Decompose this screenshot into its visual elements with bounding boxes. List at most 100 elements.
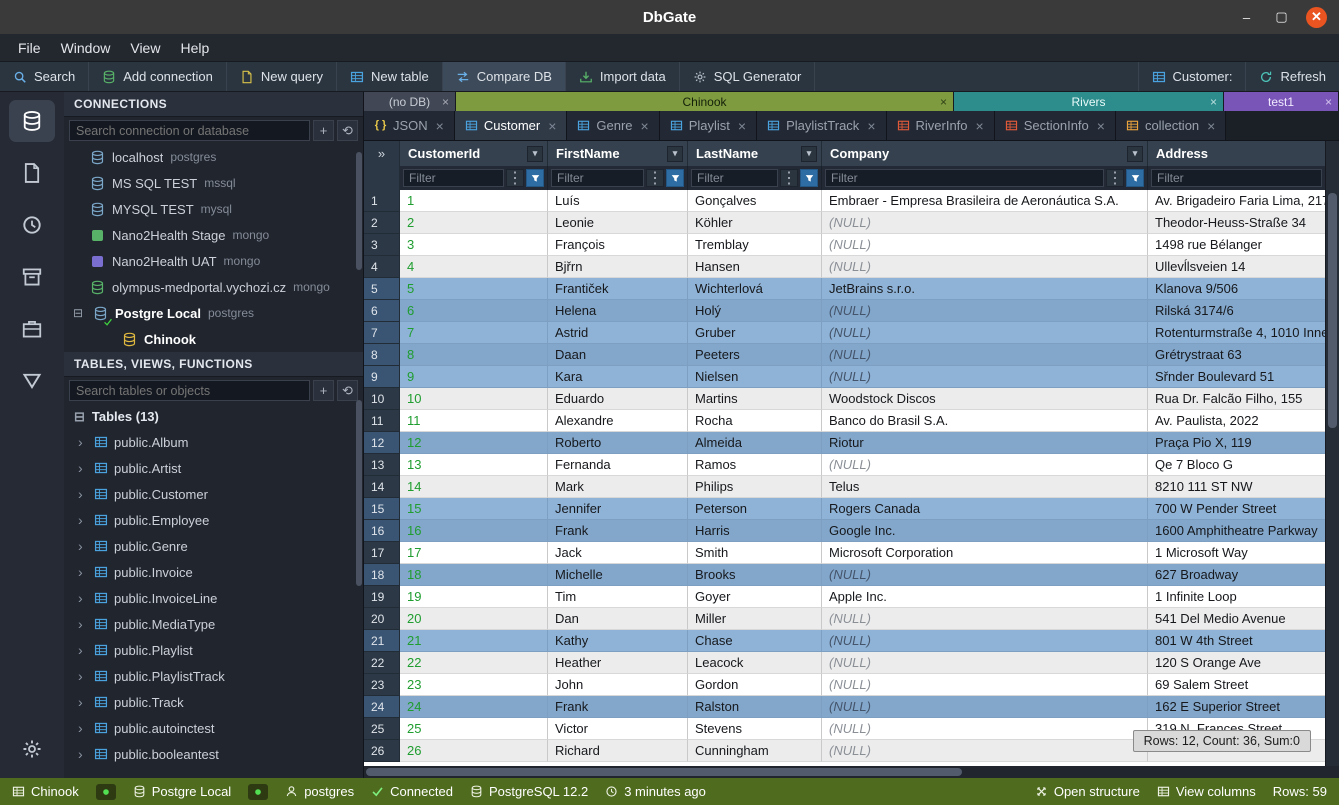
cell-customerid[interactable]: 13	[400, 454, 548, 476]
row-number[interactable]: 5	[364, 278, 400, 300]
column-header-firstname[interactable]: FirstName▾	[548, 141, 688, 166]
grid-row[interactable]: 2323JohnGordon(NULL)69 Salem Street	[364, 674, 1325, 696]
cell-customerid[interactable]: 4	[400, 256, 548, 278]
cell-customerid[interactable]: 20	[400, 608, 548, 630]
chevron-right-icon[interactable]: ›	[78, 486, 88, 502]
grid-row[interactable]: 1717JackSmithMicrosoft Corporation1 Micr…	[364, 542, 1325, 564]
cell-company[interactable]: Woodstock Discos	[822, 388, 1148, 410]
cell-customerid[interactable]: 21	[400, 630, 548, 652]
cell-company[interactable]: (NULL)	[822, 300, 1148, 322]
cell-company[interactable]: (NULL)	[822, 652, 1148, 674]
cell-customerid[interactable]: 16	[400, 520, 548, 542]
objects-search-input[interactable]	[69, 380, 310, 401]
status-item-postgresql-12-2[interactable]: PostgreSQL 12.2	[470, 784, 588, 800]
cell-lastname[interactable]: Leacock	[688, 652, 822, 674]
cell-firstname[interactable]: Astrid	[548, 322, 688, 344]
cell-address[interactable]: Rilská 3174/6	[1148, 300, 1325, 322]
rail-briefcase-button[interactable]	[9, 308, 55, 350]
cell-address[interactable]: Praça Pio X, 119	[1148, 432, 1325, 454]
cell-company[interactable]: (NULL)	[822, 740, 1148, 762]
toolbar-customer-button[interactable]: Customer:	[1138, 62, 1246, 91]
tables-scrollbar[interactable]	[356, 400, 362, 586]
connection-item-mysql-test[interactable]: MYSQL TESTmysql	[64, 196, 363, 222]
chevron-right-icon[interactable]: ›	[78, 538, 88, 554]
cell-address[interactable]: Av. Brigadeiro Faria Lima, 2170	[1148, 190, 1325, 212]
cell-firstname[interactable]: Daan	[548, 344, 688, 366]
cell-address[interactable]: 801 W 4th Street	[1148, 630, 1325, 652]
funnel-icon[interactable]	[1126, 169, 1144, 187]
cell-lastname[interactable]: Harris	[688, 520, 822, 542]
grid-row[interactable]: 1313FernandaRamos(NULL)Qe 7 Bloco G	[364, 454, 1325, 476]
filter-input-lastname[interactable]	[691, 169, 778, 187]
cell-company[interactable]: Rogers Canada	[822, 498, 1148, 520]
tab-genre[interactable]: Genre×	[567, 111, 659, 140]
grid-row[interactable]: 2222HeatherLeacock(NULL)120 S Orange Ave	[364, 652, 1325, 674]
cell-firstname[interactable]: Frantiček	[548, 278, 688, 300]
row-number[interactable]: 16	[364, 520, 400, 542]
cell-address[interactable]: Ullevĺlsveien 14	[1148, 256, 1325, 278]
cell-firstname[interactable]: Dan	[548, 608, 688, 630]
tab-playlist[interactable]: Playlist×	[660, 111, 757, 140]
grid-row[interactable]: 33FrançoisTremblay(NULL)1498 rue Bélange…	[364, 234, 1325, 256]
status-item-chinook[interactable]: Chinook	[12, 784, 79, 800]
row-number[interactable]: 21	[364, 630, 400, 652]
cell-company[interactable]: (NULL)	[822, 564, 1148, 586]
cell-customerid[interactable]: 6	[400, 300, 548, 322]
grid-horizontal-scroll-thumb[interactable]	[366, 768, 962, 776]
cell-firstname[interactable]: Richard	[548, 740, 688, 762]
row-number[interactable]: 10	[364, 388, 400, 410]
close-icon[interactable]: ×	[1097, 118, 1105, 134]
cell-customerid[interactable]: 26	[400, 740, 548, 762]
cell-firstname[interactable]: John	[548, 674, 688, 696]
cell-address[interactable]: 700 W Pender Street	[1148, 498, 1325, 520]
cell-company[interactable]: (NULL)	[822, 696, 1148, 718]
cell-address[interactable]: Rua Dr. Falcão Filho, 155	[1148, 388, 1325, 410]
grid-vertical-scroll-thumb[interactable]	[1328, 193, 1337, 428]
connection-item-chinook[interactable]: Chinook	[64, 326, 363, 352]
cell-firstname[interactable]: Michelle	[548, 564, 688, 586]
close-icon[interactable]: ×	[1325, 95, 1332, 109]
table-item-public-employee[interactable]: ›public.Employee	[64, 507, 363, 533]
cell-firstname[interactable]: Helena	[548, 300, 688, 322]
cell-firstname[interactable]: Jack	[548, 542, 688, 564]
table-item-public-playlisttrack[interactable]: ›public.PlaylistTrack	[64, 663, 363, 689]
cell-company[interactable]: (NULL)	[822, 454, 1148, 476]
minimize-button[interactable]: –	[1236, 7, 1257, 28]
grid-row[interactable]: 1111AlexandreRochaBanco do Brasil S.A.Av…	[364, 410, 1325, 432]
status-item-postgre-local[interactable]: Postgre Local	[133, 784, 232, 800]
column-menu-button[interactable]: ▾	[801, 146, 817, 162]
toolbar-sql-generator-button[interactable]: SQL Generator	[680, 62, 816, 91]
chevron-right-icon[interactable]: ›	[78, 668, 88, 684]
toolbar-new-table-button[interactable]: New table	[337, 62, 443, 91]
close-icon[interactable]: ×	[1210, 95, 1217, 109]
cell-firstname[interactable]: Roberto	[548, 432, 688, 454]
cell-customerid[interactable]: 7	[400, 322, 548, 344]
column-menu-button[interactable]: ▾	[527, 146, 543, 162]
row-number[interactable]: 24	[364, 696, 400, 718]
cell-lastname[interactable]: Nielsen	[688, 366, 822, 388]
close-icon[interactable]: ×	[976, 118, 984, 134]
grid-row[interactable]: 1212RobertoAlmeidaRioturPraça Pio X, 119	[364, 432, 1325, 454]
cell-address[interactable]: 1498 rue Bélanger	[1148, 234, 1325, 256]
cell-lastname[interactable]: Ramos	[688, 454, 822, 476]
filter-input-company[interactable]	[825, 169, 1104, 187]
cell-firstname[interactable]: Tim	[548, 586, 688, 608]
cell-firstname[interactable]: Alexandre	[548, 410, 688, 432]
table-item-public-genre[interactable]: ›public.Genre	[64, 533, 363, 559]
toolbar-new-query-button[interactable]: New query	[227, 62, 337, 91]
cell-company[interactable]: Banco do Brasil S.A.	[822, 410, 1148, 432]
cell-address[interactable]: 1 Infinite Loop	[1148, 586, 1325, 608]
cell-company[interactable]: Telus	[822, 476, 1148, 498]
cell-company[interactable]: Apple Inc.	[822, 586, 1148, 608]
cell-company[interactable]: Riotur	[822, 432, 1148, 454]
connection-item-nano2health-uat[interactable]: Nano2Health UATmongo	[64, 248, 363, 274]
cell-lastname[interactable]: Gonçalves	[688, 190, 822, 212]
cell-customerid[interactable]: 3	[400, 234, 548, 256]
row-number[interactable]: 11	[364, 410, 400, 432]
cell-customerid[interactable]: 1	[400, 190, 548, 212]
cell-customerid[interactable]: 12	[400, 432, 548, 454]
table-item-public-artist[interactable]: ›public.Artist	[64, 455, 363, 481]
cell-customerid[interactable]: 8	[400, 344, 548, 366]
grid-vertical-scrollbar[interactable]	[1325, 141, 1339, 766]
cell-firstname[interactable]: Kathy	[548, 630, 688, 652]
